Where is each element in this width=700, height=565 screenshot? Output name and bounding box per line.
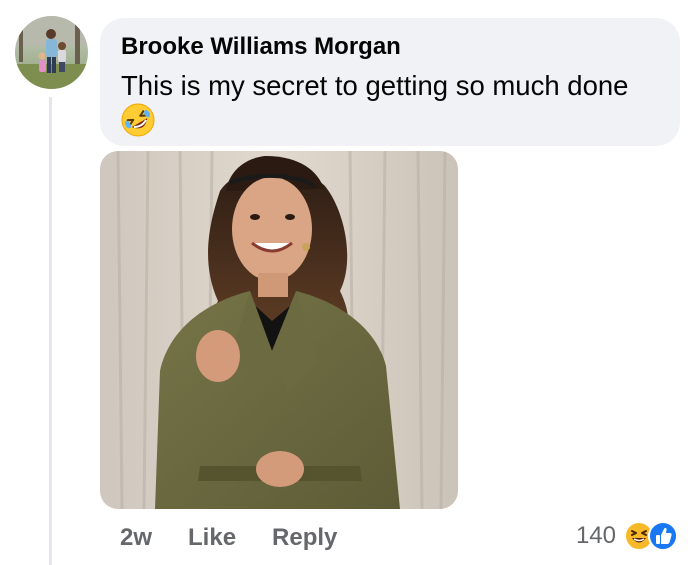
author-avatar[interactable]	[15, 16, 88, 89]
reaction-count: 140	[575, 522, 616, 549]
comment-thread-line	[49, 97, 52, 565]
comment-author-name[interactable]: Brooke Williams Morgan	[121, 32, 660, 62]
like-reaction-icon	[648, 521, 678, 551]
comment-text: This is my secret to getting so much don…	[121, 70, 629, 101]
like-button[interactable]: Like	[188, 524, 236, 552]
comment-timestamp[interactable]: 2w	[120, 524, 152, 552]
comment-actions: 2w Like Reply	[120, 522, 373, 554]
rolling-on-floor-laughing-emoji-icon	[121, 103, 155, 137]
reply-button[interactable]: Reply	[272, 524, 337, 552]
comment-bubble: Brooke Williams Morgan This is my secret…	[100, 18, 680, 146]
reaction-summary[interactable]: 140	[576, 516, 678, 556]
comment-attached-photo[interactable]	[100, 151, 458, 509]
